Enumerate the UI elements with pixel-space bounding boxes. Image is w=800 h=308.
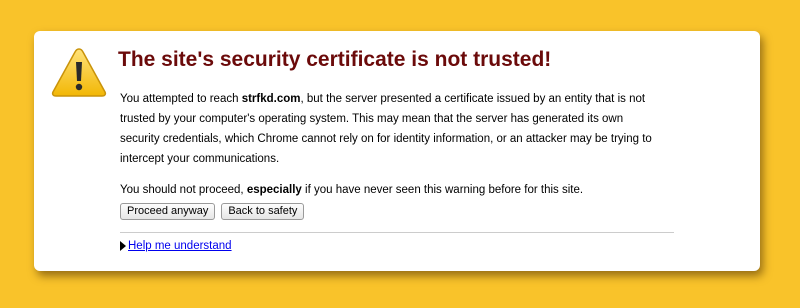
action-buttons: Proceed anyway Back to safety — [120, 203, 305, 220]
advice-emphasis: especially — [246, 184, 302, 196]
site-domain: strfkd.com — [241, 93, 301, 105]
help-section: Help me understand — [120, 238, 232, 254]
disclosure-triangle-icon[interactable] — [120, 241, 126, 251]
warning-body: You attempted to reach strfkd.com, but t… — [120, 89, 660, 200]
explanation-paragraph: You attempted to reach strfkd.com, but t… — [120, 89, 660, 169]
warning-card: The site's security certificate is not t… — [34, 31, 760, 271]
help-me-understand-link[interactable]: Help me understand — [128, 238, 232, 254]
divider — [120, 232, 674, 233]
advice-text-end: if you have never seen this warning befo… — [301, 184, 584, 196]
advice-paragraph: You should not proceed, especially if yo… — [120, 180, 660, 200]
explanation-text-start: You attempted to reach — [120, 93, 242, 105]
advice-text-start: You should not proceed, — [120, 184, 247, 196]
warning-triangle-icon — [51, 48, 107, 97]
page-title: The site's security certificate is not t… — [118, 48, 552, 71]
back-to-safety-button[interactable]: Back to safety — [221, 203, 305, 220]
proceed-anyway-button[interactable]: Proceed anyway — [120, 203, 216, 220]
